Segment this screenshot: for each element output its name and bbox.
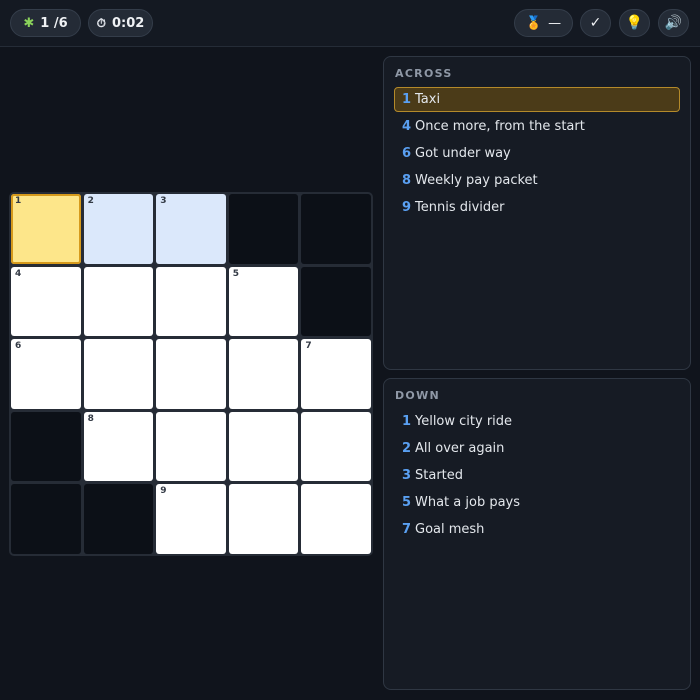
grid-cell[interactable] [83,266,154,337]
hint-button[interactable]: 💡 [619,9,650,37]
across-clue[interactable]: 6 Got under way [394,141,680,166]
medal-value: — [548,15,562,31]
clue-text: Taxi [415,92,441,107]
across-clue[interactable]: 1 Taxi [394,87,680,112]
down-clue[interactable]: 5 What a job pays [394,490,680,515]
cell-number: 3 [160,196,167,206]
grid-block-cell [83,484,154,554]
clue-number: 9 [402,200,412,215]
grid-cell[interactable]: 3 [156,194,226,264]
clue-text: Goal mesh [415,522,485,537]
clue-text: Got under way [415,146,511,161]
cell-number: 8 [87,413,94,424]
grid-block-cell [228,194,299,264]
grid-cell[interactable] [156,266,226,337]
check-button[interactable]: ✓ [580,9,611,37]
grid-cell[interactable] [301,411,371,482]
grid-block-cell [11,411,81,482]
grid-cell[interactable]: 8 [83,411,154,482]
clue-number: 1 [402,414,412,429]
grid-cell[interactable] [83,339,154,409]
grid-cell[interactable]: 7 [301,339,371,409]
grid-cell[interactable] [228,411,299,482]
across-clue[interactable]: 8 Weekly pay packet [394,168,680,193]
timer-text: 0:02 [112,15,145,31]
clue-text: All over again [415,441,505,456]
clue-number: 5 [402,495,412,510]
down-panel: DOWN 1 Yellow city ride 2 All over again 3 St… [383,378,691,690]
clue-text: Yellow city ride [415,414,513,429]
cell-number: 2 [87,196,94,206]
down-title: DOWN [395,389,441,402]
grid-cell[interactable]: 5 [228,266,299,337]
clue-text: What a job pays [415,495,521,510]
across-panel: ACROSS 1 Taxi 4 Once more, from the start 6 G… [383,56,691,370]
lightbulb-icon: 💡 [625,15,644,31]
grid-block-cell [11,484,81,554]
cell-number: 5 [232,268,240,279]
down-clue[interactable]: 7 Goal mesh [394,517,680,542]
grid-cell[interactable]: 1 [11,194,81,264]
stopwatch-icon: ⏱ [96,15,107,30]
down-clue[interactable]: 2 All over again [394,436,680,461]
grid-block-cell [301,266,371,337]
down-clue-list: 1 Yellow city ride 2 All over again 3 Started… [394,409,680,542]
clue-number: 7 [402,522,412,537]
across-clue-list: 1 Taxi 4 Once more, from the start 6 Got unde… [394,87,680,220]
across-clue[interactable]: 9 Tennis divider [394,195,680,220]
crossword-grid: 1 2 3 4 5 6 7 8 9 [9,192,373,556]
cell-number: 1 [15,196,22,206]
grid-cell[interactable]: 9 [156,484,226,554]
speaker-icon: 🔊 [664,15,683,31]
clue-text: Started [415,468,464,483]
grid-cell[interactable]: 6 [11,339,81,409]
clue-number: 6 [402,146,412,161]
progress-text: 1 /6 [40,15,68,31]
clue-text: Tennis divider [415,200,505,215]
grid-cell[interactable] [228,484,299,554]
medal-icon: 🏅 [525,15,543,31]
sound-button[interactable]: 🔊 [658,9,689,37]
across-clue[interactable]: 4 Once more, from the start [394,114,680,139]
clue-number: 2 [402,441,412,456]
checkmark-icon: ✓ [589,15,602,31]
cell-number: 9 [160,486,167,497]
grid-cell[interactable] [301,484,371,554]
grid-cell[interactable] [156,339,226,409]
clue-number: 4 [402,119,412,134]
progress-badge: ✱ 1 /6 [10,9,81,37]
grid-cell[interactable]: 2 [83,194,154,264]
grid-cell[interactable] [156,411,226,482]
down-clue[interactable]: 3 Started [394,463,680,488]
cell-number: 7 [305,341,312,352]
top-bar: ✱ 1 /6 ⏱ 0:02 🏅 — ✓ 💡 🔊 [0,0,700,47]
grid-cell[interactable] [228,339,299,409]
cell-number: 4 [15,268,22,279]
grid-block-cell [301,194,371,264]
puzzle-icon: ✱ [23,15,35,31]
across-title: ACROSS [395,67,453,80]
medal-badge: 🏅 — [514,9,573,37]
grid-cell[interactable]: 4 [11,266,81,337]
down-clue[interactable]: 1 Yellow city ride [394,409,680,434]
cell-number: 6 [15,341,22,352]
timer-badge: ⏱ 0:02 [88,9,153,37]
clue-number: 1 [402,92,412,107]
clue-text: Weekly pay packet [415,173,538,188]
clue-number: 3 [402,468,412,483]
clue-number: 8 [402,173,412,188]
clue-text: Once more, from the start [415,119,585,134]
